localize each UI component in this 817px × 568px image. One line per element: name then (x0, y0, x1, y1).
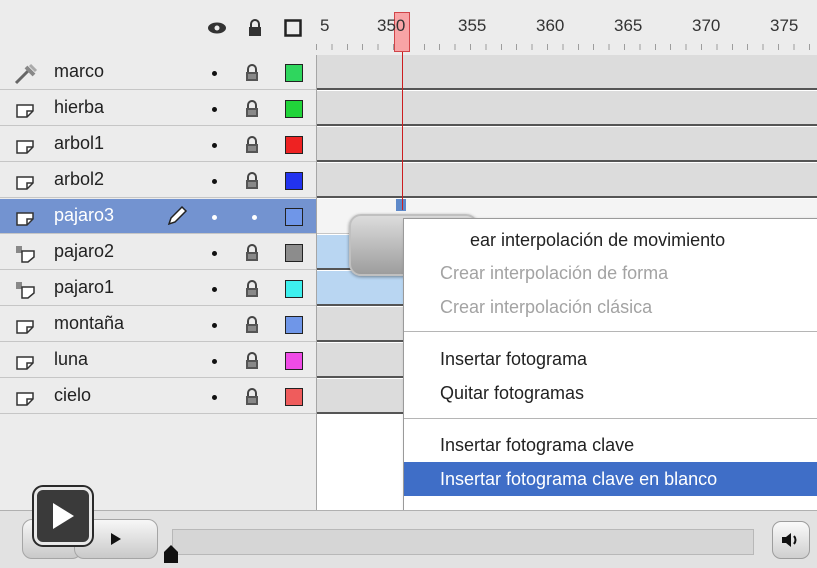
timeline-header: 5 355 360 365 370 375 350 (0, 0, 817, 56)
playhead-frame-label: 350 (377, 16, 406, 35)
layer-name[interactable]: pajaro2 (54, 241, 114, 262)
lock-icon[interactable] (244, 64, 260, 82)
layers-panel: marco hierba arbol1 arbol2 pajaro3 pajaro2 paj… (0, 55, 316, 510)
menu-separator (404, 418, 817, 419)
selected-frame[interactable] (396, 199, 406, 211)
layer-name[interactable]: pajaro1 (54, 277, 114, 298)
visibility-toggle[interactable] (212, 359, 217, 364)
layer-name[interactable]: cielo (54, 385, 91, 406)
frame-row[interactable] (317, 55, 817, 90)
lock-icon[interactable] (244, 100, 260, 118)
menu-item-crear-interpolacion-forma: Crear interpolación de forma (440, 263, 669, 283)
play-small-icon (111, 533, 121, 545)
ruler-label: 355 (458, 16, 487, 35)
layer-row-montaña[interactable]: montaña (0, 307, 316, 342)
lock-icon[interactable] (244, 244, 260, 262)
layer-name[interactable]: marco (54, 61, 104, 82)
lock-icon[interactable] (244, 136, 260, 154)
menu-item-crear-interpolacion-movimiento[interactable]: ear interpolación de movimiento (404, 223, 817, 257)
ruler-label: 360 (536, 16, 565, 35)
playback-bar (0, 510, 817, 568)
motion-guided-layer-icon (14, 279, 36, 299)
frame-row[interactable] (317, 91, 817, 126)
frame-row[interactable] (317, 163, 817, 198)
layer-color-swatch[interactable] (285, 136, 303, 154)
menu-separator (404, 331, 817, 332)
layer-color-swatch[interactable] (285, 388, 303, 406)
layer-name[interactable]: hierba (54, 97, 104, 118)
motion-guided-layer-icon (14, 243, 36, 263)
normal-layer-icon (14, 99, 36, 119)
layer-row-pajaro1[interactable]: pajaro1 (0, 271, 316, 306)
ruler-label: 370 (692, 16, 721, 35)
layer-color-swatch[interactable] (285, 316, 303, 334)
visibility-toggle[interactable] (212, 323, 217, 328)
ruler-ticks (316, 44, 817, 50)
lock-toggle[interactable] (252, 215, 257, 220)
visibility-toggle[interactable] (212, 215, 217, 220)
volume-button[interactable] (772, 521, 810, 559)
lock-icon[interactable] (244, 316, 260, 334)
ruler-label: 5 (320, 16, 330, 35)
video-play-button[interactable] (34, 487, 92, 545)
layer-row-hierba[interactable]: hierba (0, 91, 316, 126)
layer-row-cielo[interactable]: cielo (0, 379, 316, 414)
layer-row-luna[interactable]: luna (0, 343, 316, 378)
visibility-toggle[interactable] (212, 179, 217, 184)
visibility-toggle[interactable] (212, 71, 217, 76)
layer-color-swatch[interactable] (285, 280, 303, 298)
layer-name[interactable]: montaña (54, 313, 124, 334)
frame-row[interactable] (317, 127, 817, 162)
normal-layer-icon (14, 315, 36, 335)
layer-row-arbol2[interactable]: arbol2 (0, 163, 316, 198)
menu-item-insertar-fotograma[interactable]: Insertar fotograma (404, 342, 817, 376)
lock-icon[interactable] (245, 18, 265, 38)
layer-row-marco[interactable]: marco (0, 55, 316, 90)
layer-name[interactable]: arbol2 (54, 169, 104, 190)
guide-layer-icon (14, 63, 38, 85)
layer-color-swatch[interactable] (285, 172, 303, 190)
menu-item-insertar-fotograma-clave[interactable]: Insertar fotograma clave (404, 428, 817, 462)
normal-layer-icon (14, 171, 36, 191)
layer-row-pajaro2[interactable]: pajaro2 (0, 235, 316, 270)
menu-item-quitar-fotogramas[interactable]: Quitar fotogramas (404, 376, 817, 410)
ruler-label: 375 (770, 16, 799, 35)
layer-name[interactable]: arbol1 (54, 133, 104, 154)
layer-color-swatch[interactable] (285, 208, 303, 226)
visibility-toggle[interactable] (212, 287, 217, 292)
eye-icon[interactable] (207, 18, 227, 38)
layer-name[interactable]: pajaro3 (54, 205, 114, 226)
visibility-toggle[interactable] (212, 143, 217, 148)
layer-color-swatch[interactable] (285, 100, 303, 118)
visibility-toggle[interactable] (212, 107, 217, 112)
normal-layer-icon (14, 351, 36, 371)
visibility-toggle[interactable] (212, 395, 217, 400)
speaker-icon (782, 533, 797, 547)
outline-icon[interactable] (283, 18, 303, 38)
pencil-icon (166, 205, 188, 227)
layer-name[interactable]: luna (54, 349, 88, 370)
context-menu: ear interpolación de movimiento Crear in… (403, 218, 817, 512)
lock-icon[interactable] (244, 280, 260, 298)
lock-icon[interactable] (244, 388, 260, 406)
layer-row-arbol1[interactable]: arbol1 (0, 127, 316, 162)
normal-layer-icon (14, 387, 36, 407)
layer-row-pajaro3[interactable]: pajaro3 (0, 199, 316, 234)
ruler-label: 365 (614, 16, 643, 35)
layer-color-swatch[interactable] (285, 64, 303, 82)
lock-icon[interactable] (244, 172, 260, 190)
layer-color-swatch[interactable] (285, 352, 303, 370)
layer-color-swatch[interactable] (285, 244, 303, 262)
menu-item-crear-interpolacion-clasica: Crear interpolación clásica (440, 297, 653, 317)
visibility-toggle[interactable] (212, 251, 217, 256)
normal-layer-icon (14, 207, 36, 227)
playhead-line (402, 52, 403, 210)
menu-item-insertar-fotograma-clave-en-blanco[interactable]: Insertar fotograma clave en blanco (404, 462, 817, 496)
scrub-bar[interactable] (172, 529, 754, 555)
scrub-handle[interactable] (164, 545, 178, 563)
lock-icon[interactable] (244, 352, 260, 370)
play-icon (53, 503, 74, 529)
normal-layer-icon (14, 135, 36, 155)
